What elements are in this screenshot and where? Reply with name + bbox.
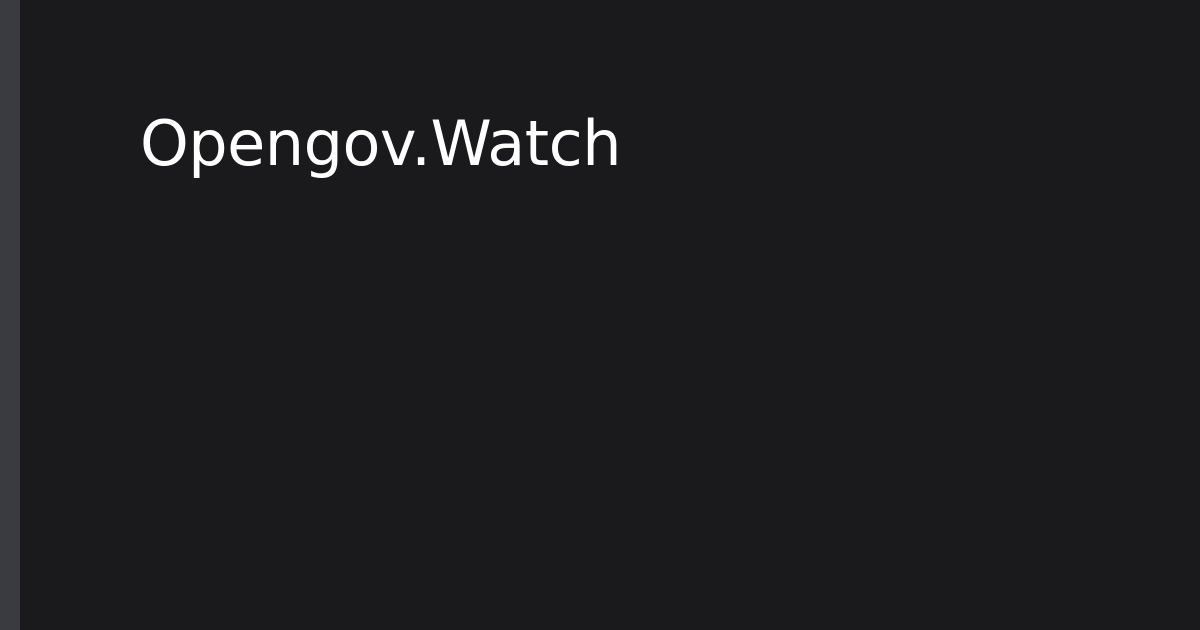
social-card: Opengov.Watch — [0, 0, 1200, 630]
left-accent-bar — [0, 0, 20, 630]
site-title: Opengov.Watch — [140, 107, 622, 180]
